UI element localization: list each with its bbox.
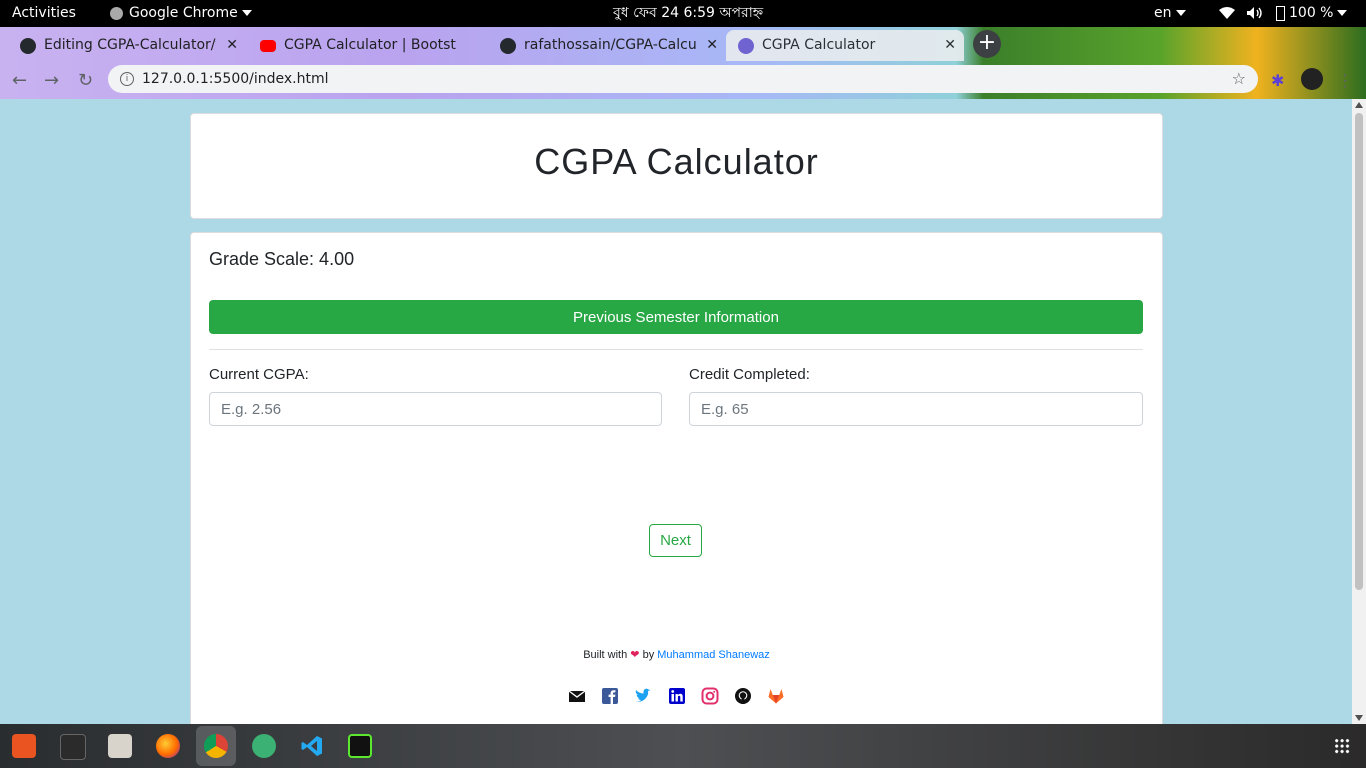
instagram-icon[interactable] bbox=[701, 687, 719, 705]
github-icon bbox=[500, 38, 516, 54]
page-viewport: CGPA Calculator Grade Scale: 4.00 Previo… bbox=[0, 99, 1352, 724]
current-cgpa-input[interactable] bbox=[209, 392, 662, 426]
system-top-bar: Activities Google Chrome বুধ ফেব 24 6:59… bbox=[0, 0, 1366, 27]
clock[interactable]: বুধ ফেব 24 6:59 অপরাহ্ন bbox=[613, 0, 763, 27]
browser-toolbar: ← → ↻ i 127.0.0.1:5500/index.html ☆ ✱ ⋮ bbox=[0, 61, 1366, 99]
tab-label: CGPA Calculator | Bootstr bbox=[284, 37, 456, 53]
show-applications-icon[interactable] bbox=[1334, 738, 1350, 754]
chevron-down-icon bbox=[1175, 10, 1186, 16]
mail-icon[interactable] bbox=[568, 687, 586, 705]
bookmark-star-icon[interactable]: ☆ bbox=[1232, 65, 1246, 93]
tab-label: CGPA Calculator bbox=[762, 37, 876, 53]
github-icon[interactable] bbox=[734, 687, 752, 705]
divider bbox=[209, 349, 1143, 350]
page-title: CGPA Calculator bbox=[534, 141, 819, 182]
scrollbar-thumb[interactable] bbox=[1355, 113, 1363, 590]
tab-github-repo[interactable]: rafathossain/CGPA-Calcul ✕ bbox=[488, 30, 726, 61]
taskbar-dock bbox=[0, 724, 1366, 768]
facebook-icon[interactable] bbox=[601, 687, 619, 705]
next-button[interactable]: Next bbox=[649, 524, 702, 557]
chrome-small-icon bbox=[110, 6, 123, 20]
youtube-icon bbox=[260, 40, 276, 52]
profile-avatar[interactable] bbox=[1301, 68, 1323, 90]
app-name: Google Chrome bbox=[129, 5, 238, 21]
back-icon[interactable]: ← bbox=[12, 70, 27, 91]
chrome-icon[interactable] bbox=[204, 734, 228, 758]
firefox-icon[interactable] bbox=[156, 734, 180, 758]
browser-window: Editing CGPA-Calculator/f ✕ CGPA Calcula… bbox=[0, 27, 1366, 99]
footer-credit: Built with ❤ by Muhammad Shanewaz bbox=[191, 648, 1162, 661]
credit-completed-input[interactable] bbox=[689, 392, 1143, 426]
author-link[interactable]: Muhammad Shanewaz bbox=[657, 649, 770, 661]
battery-percent: 100 % bbox=[1289, 5, 1334, 21]
by-text: by bbox=[642, 649, 655, 661]
url-text: 127.0.0.1:5500/index.html bbox=[142, 71, 329, 87]
title-card: CGPA Calculator bbox=[190, 113, 1163, 219]
wifi-icon[interactable] bbox=[1218, 0, 1236, 27]
forward-icon[interactable]: → bbox=[44, 70, 59, 91]
system-menu[interactable]: 100 % bbox=[1276, 0, 1348, 27]
scroll-up-icon[interactable] bbox=[1355, 102, 1363, 108]
current-cgpa-label: Current CGPA: bbox=[209, 366, 309, 383]
battery-icon bbox=[1276, 5, 1285, 21]
gitlab-icon[interactable] bbox=[767, 687, 785, 705]
software-store-icon[interactable] bbox=[12, 734, 36, 758]
terminal-icon[interactable] bbox=[60, 734, 86, 760]
grade-scale: Grade Scale: 4.00 bbox=[209, 249, 355, 269]
calculator-card: Grade Scale: 4.00 Previous Semester Info… bbox=[190, 232, 1163, 724]
reload-icon[interactable]: ↻ bbox=[78, 70, 93, 91]
close-icon[interactable]: ✕ bbox=[226, 30, 238, 61]
volume-icon[interactable] bbox=[1246, 0, 1264, 27]
app-menu[interactable]: Google Chrome bbox=[110, 0, 252, 27]
social-links bbox=[191, 685, 1162, 705]
activities-button[interactable]: Activities bbox=[12, 0, 76, 27]
language-label: en bbox=[1154, 5, 1172, 21]
heart-icon: ❤ bbox=[630, 649, 640, 661]
info-icon[interactable]: i bbox=[120, 72, 134, 86]
tab-strip: Editing CGPA-Calculator/f ✕ CGPA Calcula… bbox=[0, 27, 1366, 61]
extensions-puzzle-icon[interactable]: ✱ bbox=[1271, 71, 1284, 90]
close-icon[interactable]: ✕ bbox=[944, 30, 956, 61]
tab-label: Editing CGPA-Calculator/f bbox=[44, 37, 216, 53]
page-scrollbar[interactable] bbox=[1352, 99, 1366, 724]
address-bar[interactable]: i 127.0.0.1:5500/index.html ☆ bbox=[108, 65, 1258, 93]
tab-label: rafathossain/CGPA-Calcul bbox=[524, 37, 696, 53]
globe-icon bbox=[738, 38, 754, 54]
close-icon[interactable]: ✕ bbox=[706, 30, 718, 61]
vscode-icon[interactable] bbox=[300, 734, 324, 758]
tab-youtube[interactable]: CGPA Calculator | Bootstr bbox=[248, 30, 486, 61]
files-icon[interactable] bbox=[108, 734, 132, 758]
scroll-down-icon[interactable] bbox=[1355, 715, 1363, 721]
menu-kebab-icon[interactable]: ⋮ bbox=[1337, 71, 1353, 90]
system-monitor-icon[interactable] bbox=[348, 734, 372, 758]
tab-cgpa-calculator[interactable]: CGPA Calculator ✕ bbox=[726, 30, 964, 61]
atom-icon[interactable] bbox=[252, 734, 276, 758]
tab-editing-cgpa[interactable]: Editing CGPA-Calculator/f ✕ bbox=[8, 30, 246, 61]
new-tab-button[interactable]: + bbox=[973, 30, 1001, 58]
linkedin-icon[interactable] bbox=[668, 687, 686, 705]
github-icon bbox=[20, 38, 36, 54]
chevron-down-icon bbox=[1337, 10, 1348, 16]
twitter-icon[interactable] bbox=[634, 687, 652, 705]
credit-completed-label: Credit Completed: bbox=[689, 366, 810, 383]
previous-semester-button[interactable]: Previous Semester Information bbox=[209, 300, 1143, 334]
built-with-text: Built with bbox=[583, 649, 628, 661]
language-selector[interactable]: en bbox=[1154, 0, 1186, 27]
chevron-down-icon bbox=[241, 10, 252, 16]
